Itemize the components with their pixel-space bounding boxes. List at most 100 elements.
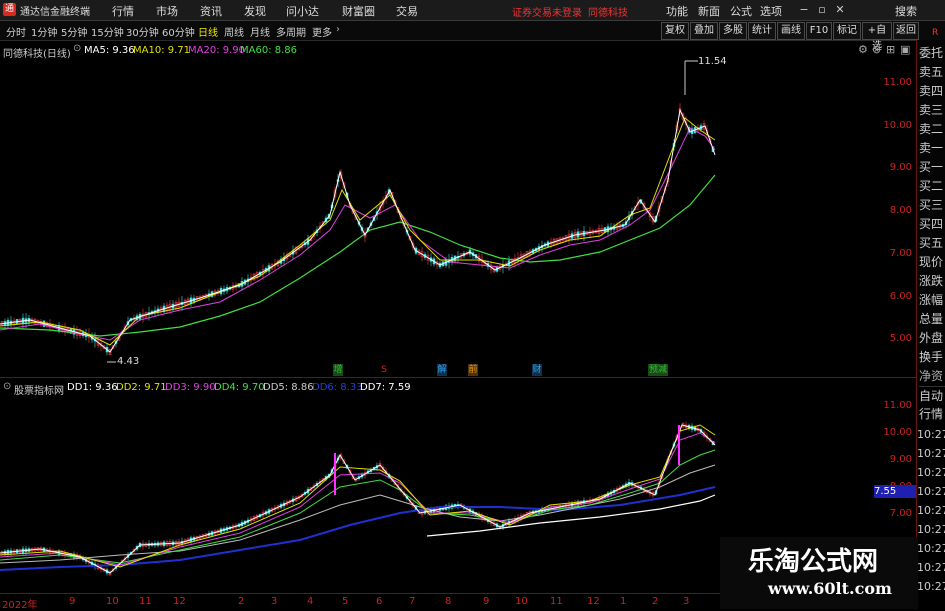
menu-hangqing[interactable]: 行情 (112, 3, 134, 19)
event-marker-s[interactable]: S (380, 364, 388, 376)
pane-divider (0, 377, 916, 378)
event-marker-yujian[interactable]: 预减 (648, 364, 668, 376)
f10-button[interactable]: F10 (806, 22, 832, 40)
quote-row-label: 买四 (919, 217, 944, 231)
dd4-label: DD4: 9.70 (214, 382, 265, 393)
r-icon[interactable]: R (932, 28, 938, 38)
quote-tab[interactable]: 行情 (919, 405, 945, 424)
multi-stock-button[interactable]: 多股 (719, 22, 747, 40)
maximize-icon[interactable]: ▫ (814, 2, 830, 18)
stock-name-notice: 同德科技 (588, 8, 628, 19)
quote-row-label: 买二 (919, 179, 944, 193)
x-label: 9 (483, 596, 490, 607)
ma60-line (0, 174, 716, 337)
x-label: 3 (271, 596, 278, 607)
quote-row-label: 卖五 (919, 65, 944, 79)
x-label: 12 (173, 596, 186, 607)
period-multi[interactable]: 多周期 (276, 24, 306, 39)
period-monthly[interactable]: 月线 (250, 24, 270, 39)
statistics-button[interactable]: 统计 (748, 22, 776, 40)
menu-shichang[interactable]: 市场 (156, 3, 178, 19)
menu-xinmian[interactable]: 新面 (698, 3, 720, 19)
add-favorite-button[interactable]: +自选 (862, 22, 892, 52)
dd2-label: DD2: 9.71 (116, 382, 167, 393)
menu-jiaoyi[interactable]: 交易 (396, 3, 418, 19)
settings-icon[interactable]: ⊙ (3, 381, 11, 392)
menu-xuanxiang[interactable]: 选项 (760, 3, 782, 19)
main-candlestick-chart[interactable] (0, 40, 916, 377)
quote-row-label: 卖一 (919, 141, 944, 155)
dd7-label: DD7: 7.59 (360, 382, 411, 393)
x-label: 2 (238, 596, 245, 607)
fuquan-button[interactable]: 复权 (661, 22, 689, 40)
tick-time: 10:27 (917, 485, 945, 498)
dd6-label: DD6: 8.33 (312, 382, 363, 393)
mark-button[interactable]: 标记 (833, 22, 861, 40)
search-button[interactable]: 搜索 (895, 3, 917, 19)
tick-time: 10:27 (917, 504, 945, 517)
menu-zixun[interactable]: 资讯 (200, 3, 222, 19)
period-more[interactable]: 更多 (312, 24, 332, 39)
menu-wenxiaoda[interactable]: 问小达 (286, 3, 319, 19)
quote-row-label: 卖四 (919, 84, 944, 98)
x-label: 7 (409, 596, 416, 607)
app-logo-icon: 通 (3, 3, 16, 16)
auto-button[interactable]: 自动 (919, 386, 945, 406)
event-marker-qian[interactable]: 前 (468, 364, 478, 376)
dd3-label: DD3: 9.90 (165, 382, 216, 393)
chevron-right-icon[interactable]: › (336, 24, 340, 35)
tick-time: 10:27 (917, 580, 945, 593)
low-price-label: 4.43 (117, 356, 140, 367)
minimize-icon[interactable]: − (796, 2, 812, 18)
period-30min[interactable]: 30分钟 (126, 24, 159, 39)
period-60min[interactable]: 60分钟 (162, 24, 195, 39)
menu-faxian[interactable]: 发现 (244, 3, 266, 19)
dd5-line (0, 464, 716, 564)
event-marker-jie[interactable]: 解 (437, 364, 447, 376)
period-1min[interactable]: 1分钟 (31, 24, 57, 39)
x-label: 6 (376, 596, 383, 607)
tick-time: 10:27 (917, 447, 945, 460)
watermark-title: 乐淘公式网 (748, 547, 879, 577)
x-label: 11 (550, 596, 563, 607)
event-marker-cai[interactable]: 财 (532, 364, 542, 376)
x-label: 8 (445, 596, 452, 607)
menu-gongshi[interactable]: 公式 (730, 3, 752, 19)
quote-row-label: 现价 (919, 255, 944, 269)
quote-row-label: 买一 (919, 160, 944, 174)
menu-gongneng[interactable]: 功能 (666, 3, 688, 19)
period-15min[interactable]: 15分钟 (91, 24, 124, 39)
period-fenshi[interactable]: 分时 (6, 24, 26, 39)
x-label: 11 (139, 596, 152, 607)
quote-row-label: 净资 (919, 369, 944, 383)
watermark-url: www.60lt.com (768, 579, 892, 598)
tick-time: 10:27 (917, 542, 945, 555)
close-icon[interactable]: ✕ (832, 2, 848, 18)
tick-time: 10:27 (917, 561, 945, 574)
quote-row-label: 买三 (919, 198, 944, 212)
quote-row-label: 卖三 (919, 103, 944, 117)
dd3-line (0, 432, 716, 566)
draw-line-button[interactable]: 画线 (777, 22, 805, 40)
tick-time: 10:27 (917, 466, 945, 479)
high-price-label: 11.54 (698, 56, 727, 67)
quote-row-label: 委托 (919, 46, 944, 60)
quote-row-label: 换手 (919, 350, 944, 364)
x-label: 10 (106, 596, 119, 607)
quote-row-label: 总量 (919, 312, 944, 326)
login-notice[interactable]: 证券交易未登录 (512, 4, 582, 19)
quote-row-label: 卖二 (919, 122, 944, 136)
x-label: 3 (683, 596, 690, 607)
event-marker-zeng[interactable]: 增 (333, 364, 343, 376)
overlay-button[interactable]: 叠加 (690, 22, 718, 40)
period-5min[interactable]: 5分钟 (61, 24, 87, 39)
back-button[interactable]: 返回 (893, 22, 919, 40)
quote-row-label: 外盘 (919, 331, 944, 345)
dd1-label: DD1: 9.36 (67, 382, 118, 393)
period-weekly[interactable]: 周线 (224, 24, 244, 39)
dd5-label: DD5: 8.86 (263, 382, 314, 393)
app-title: 通达信金融终端 (20, 7, 90, 18)
menu-caifuquan[interactable]: 财富圈 (342, 3, 375, 19)
period-daily[interactable]: 日线 (198, 24, 218, 39)
x-label: 2 (652, 596, 659, 607)
